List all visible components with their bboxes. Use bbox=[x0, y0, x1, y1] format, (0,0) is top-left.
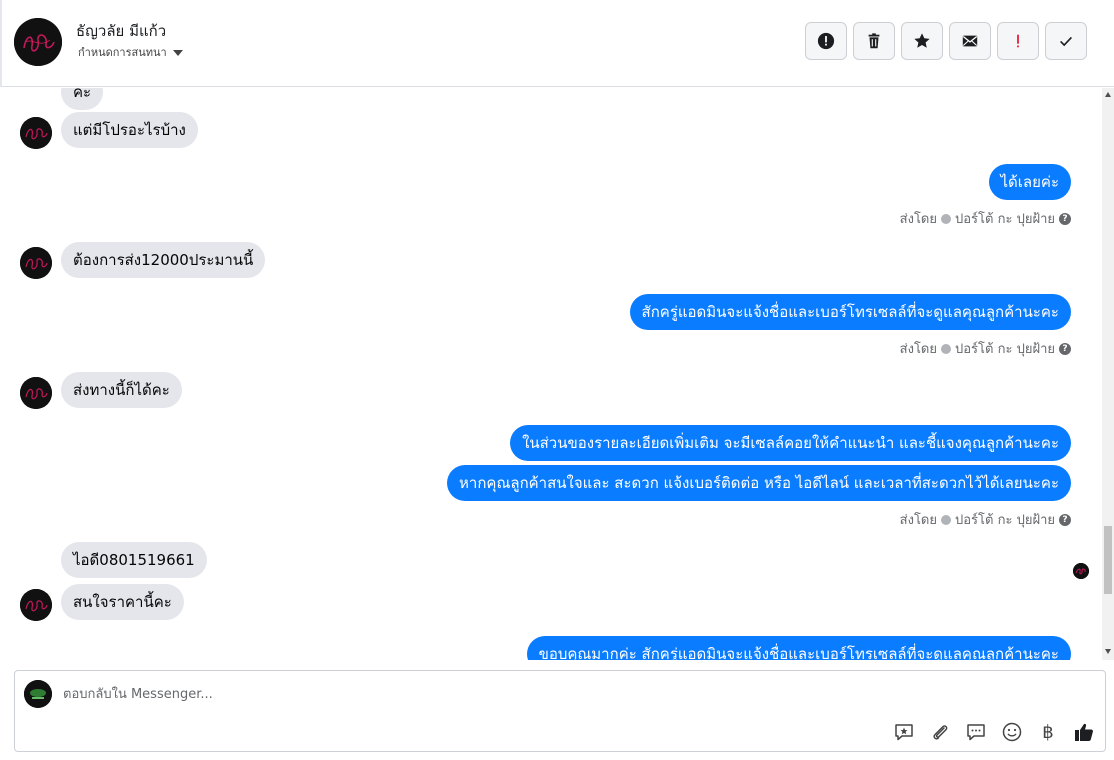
conversation-header: ธัญวลัย มีแก้ว กำหนดการสนทนา bbox=[0, 0, 1114, 87]
mark-done-button[interactable] bbox=[1045, 22, 1087, 60]
saved-reply-icon bbox=[895, 724, 913, 741]
composer-toolbar: ฿ bbox=[893, 721, 1095, 743]
exclamation-icon bbox=[1017, 34, 1019, 48]
caret-down-icon bbox=[172, 50, 183, 56]
mark-unread-button[interactable] bbox=[949, 22, 991, 60]
sender-name: ปอร์โต้ กะ ปุยฝ้าย bbox=[955, 513, 1055, 528]
sent-by-label: ส่งโดย bbox=[899, 212, 937, 227]
incoming-message: ไอดี0801519661 bbox=[61, 542, 207, 578]
divider bbox=[0, 0, 2, 87]
incoming-message: ค่ะ bbox=[61, 88, 104, 110]
incoming-message: สนใจราคานี้คะ bbox=[61, 584, 184, 620]
scrollbar-thumb[interactable] bbox=[1104, 526, 1112, 594]
delete-button[interactable] bbox=[853, 22, 895, 60]
star-button[interactable] bbox=[901, 22, 943, 60]
message-thread[interactable]: ค่ะ แต่มีโปรอะไรบ้าง ได้เลยค่ะ ส่งโดย ปอ… bbox=[0, 88, 1102, 660]
seen-avatar bbox=[1073, 563, 1089, 579]
saved-reply-button[interactable] bbox=[893, 721, 915, 743]
incoming-message: ส่งทางนี้ก็ได้คะ bbox=[61, 372, 182, 408]
sent-by-info: ส่งโดย ปอร์โต้ กะ ปุยฝ้าย ? bbox=[900, 208, 1071, 229]
outgoing-message: สักครู่แอดมินจะแจ้งชื่อและเบอร์โทรเซลล์ท… bbox=[629, 294, 1071, 330]
outgoing-message: หากคุณลูกค้าสนใจและ สะดวก แจ้งเบอร์ติดต่… bbox=[447, 465, 1071, 501]
brand-logo-icon bbox=[20, 117, 52, 149]
thumbs-up-icon bbox=[1075, 723, 1093, 741]
verified-dot-icon bbox=[941, 514, 951, 525]
attach-button[interactable] bbox=[929, 721, 951, 743]
contact-avatar-small bbox=[20, 247, 52, 279]
help-icon[interactable]: ? bbox=[1059, 342, 1071, 355]
sent-by-info: ส่งโดย ปอร์โต้ กะ ปุยฝ้าย ? bbox=[900, 338, 1071, 359]
brand-logo-icon bbox=[20, 377, 52, 409]
sent-by-info: ส่งโดย ปอร์โต้ กะ ปุยฝ้าย ? bbox=[900, 509, 1071, 530]
contact-avatar-small bbox=[20, 589, 52, 621]
brand-logo-icon bbox=[20, 589, 52, 621]
contact-avatar[interactable] bbox=[14, 18, 62, 66]
sender-name: ปอร์โต้ กะ ปุยฝ้าย bbox=[955, 212, 1055, 227]
alert-circle-icon bbox=[817, 32, 835, 50]
paperclip-icon bbox=[933, 725, 948, 740]
like-button[interactable] bbox=[1073, 721, 1095, 743]
verified-dot-icon bbox=[941, 343, 951, 354]
chat-bubble-icon bbox=[967, 724, 985, 741]
sent-by-label: ส่งโดย bbox=[899, 342, 937, 357]
star-icon bbox=[914, 33, 930, 48]
reply-input[interactable] bbox=[63, 683, 763, 705]
mail-icon bbox=[962, 35, 978, 47]
outgoing-message: ในส่วนของรายละเอียดเพิ่มเติม จะมีเซลล์คอ… bbox=[510, 425, 1071, 461]
sender-name: ปอร์โต้ กะ ปุยฝ้าย bbox=[955, 342, 1055, 357]
help-icon[interactable]: ? bbox=[1059, 513, 1071, 526]
reply-composer: ฿ bbox=[14, 670, 1106, 752]
incoming-message: แต่มีโปรอะไรบ้าง bbox=[61, 112, 198, 148]
contact-avatar-small bbox=[20, 117, 52, 149]
check-icon bbox=[1060, 36, 1072, 47]
quick-reply-button[interactable] bbox=[965, 721, 987, 743]
brand-logo-icon bbox=[14, 18, 62, 66]
payment-button[interactable]: ฿ bbox=[1037, 721, 1059, 743]
contact-name[interactable]: ธัญวลัย มีแก้ว bbox=[76, 19, 166, 43]
trash-icon bbox=[868, 33, 880, 49]
verified-dot-icon bbox=[941, 213, 951, 224]
mark-spam-button[interactable] bbox=[805, 22, 847, 60]
outgoing-message: ขอบคุณมากค่ะ สักครู่แอดมินจะแจ้งชื่อและเ… bbox=[526, 636, 1071, 660]
emoji-icon bbox=[1002, 722, 1022, 742]
brand-logo-icon bbox=[20, 247, 52, 279]
action-toolbar bbox=[805, 22, 1087, 60]
assign-label: กำหนดการสนทนา bbox=[78, 46, 167, 59]
scroll-down-arrow-icon[interactable] bbox=[1105, 649, 1111, 654]
baht-icon: ฿ bbox=[1042, 721, 1054, 743]
outgoing-message: ได้เลยค่ะ bbox=[988, 164, 1071, 200]
assign-conversation-dropdown[interactable]: กำหนดการสนทนา bbox=[78, 43, 183, 61]
brand-logo-icon bbox=[1073, 563, 1089, 579]
help-icon[interactable]: ? bbox=[1059, 212, 1071, 225]
mark-important-button[interactable] bbox=[997, 22, 1039, 60]
emoji-button[interactable] bbox=[1001, 721, 1023, 743]
page-avatar bbox=[24, 680, 52, 708]
incoming-message: ต้องการส่ง12000ประมานนี้ bbox=[61, 242, 266, 278]
scroll-up-arrow-icon[interactable] bbox=[1105, 92, 1111, 97]
page-logo-icon bbox=[24, 680, 52, 708]
sent-by-label: ส่งโดย bbox=[899, 513, 937, 528]
contact-avatar-small bbox=[20, 377, 52, 409]
thread-scrollbar[interactable] bbox=[1102, 88, 1114, 660]
